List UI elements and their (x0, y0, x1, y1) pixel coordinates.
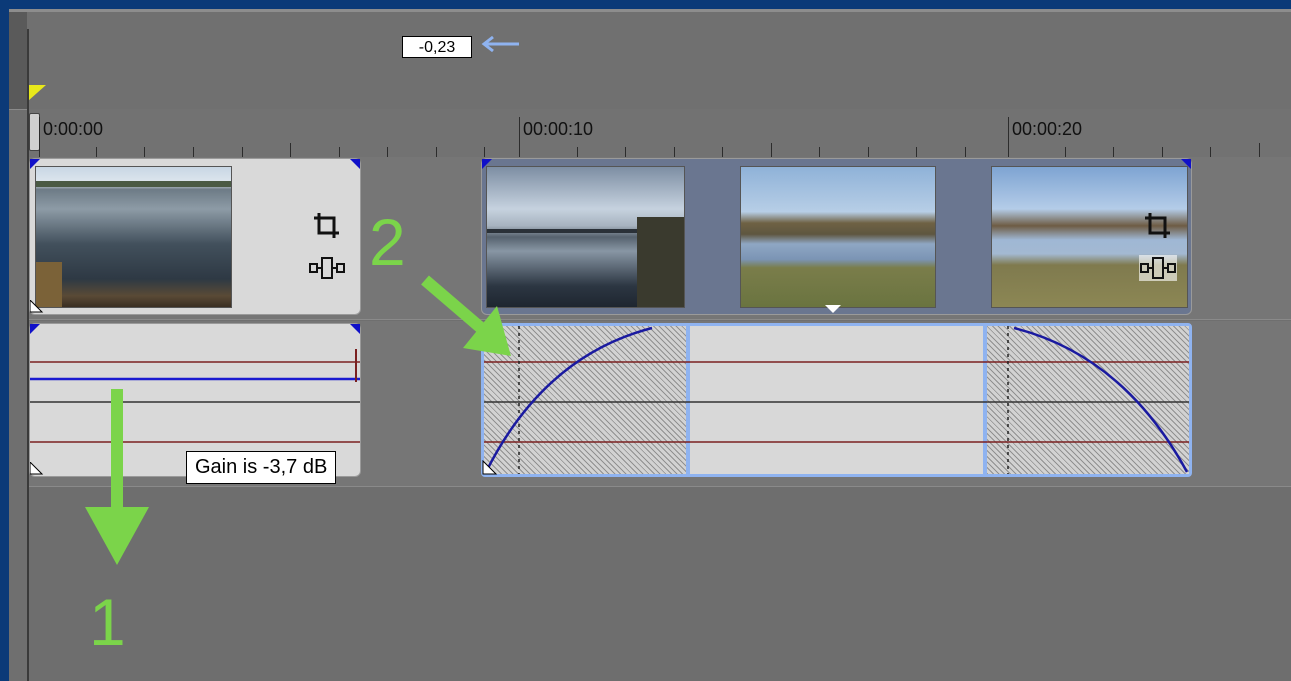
video-clip-1[interactable] (29, 158, 361, 315)
pan-crop-icon[interactable] (308, 255, 346, 281)
offset-readout: -0,23 (402, 36, 472, 58)
annotation-label-2: 2 (369, 205, 406, 279)
fade-handle-icon[interactable] (30, 300, 44, 314)
tick-minor (1162, 147, 1163, 157)
video-track[interactable] (29, 157, 1291, 320)
tick-minor (1065, 147, 1066, 157)
fade-handle-icon[interactable] (30, 462, 44, 476)
tick-minor (625, 147, 626, 157)
down-arrow-icon (85, 389, 149, 565)
tick-minor (1113, 147, 1114, 157)
tick-minor (436, 147, 437, 157)
header-left-panel (9, 12, 27, 109)
tick-major (519, 117, 520, 157)
tick-minor (290, 143, 291, 157)
tick-minor (193, 147, 194, 157)
diagonal-arrow-icon (421, 275, 511, 356)
shoreline (36, 181, 231, 187)
tick-major (1008, 117, 1009, 157)
tick-minor (242, 147, 243, 157)
pan-crop-icon[interactable] (1139, 255, 1177, 281)
audio-envelope (484, 326, 1189, 474)
tick-minor (965, 147, 966, 157)
timeline-window: -0,23 0:00:00 00:00:10 00:00:20 Gain is … (9, 9, 1291, 681)
tick-minor (144, 147, 145, 157)
crop-icon[interactable] (312, 211, 342, 241)
tick-minor (819, 147, 820, 157)
gain-tooltip: Gain is -3,7 dB (186, 451, 337, 484)
tick-minor (722, 147, 723, 157)
ruler-label-0: 0:00:00 (43, 119, 104, 139)
tick-major (39, 117, 40, 157)
video-thumbnail (35, 166, 232, 308)
clip-marker-icon (825, 305, 841, 313)
tick-minor (868, 147, 869, 157)
ruler-label-2: 00:00:20 (1012, 119, 1083, 139)
crop-icon[interactable] (1143, 211, 1173, 241)
tick-minor (916, 147, 917, 157)
tick-minor (577, 147, 578, 157)
ruler-label-1: 00:00:10 (523, 119, 594, 139)
marker-bar: -0,23 (9, 12, 1291, 110)
fade-handle-icon[interactable] (482, 460, 498, 476)
tick-minor (339, 147, 340, 157)
video-clip-2[interactable] (481, 158, 1192, 315)
clip-corner-marker (350, 159, 360, 169)
tick-minor (771, 143, 772, 157)
empty-track-area (29, 487, 1291, 681)
tick-minor (387, 147, 388, 157)
annotation-label-1: 1 (89, 585, 126, 659)
tree (637, 217, 684, 307)
tick-minor (484, 147, 485, 157)
tick-minor (1259, 143, 1260, 157)
cursor-marker-icon[interactable] (28, 85, 50, 103)
audio-clip-2[interactable] (481, 323, 1192, 477)
video-thumbnail (740, 166, 936, 308)
left-arrow-icon (481, 35, 519, 53)
tick-minor (1210, 147, 1211, 157)
tick-minor (674, 147, 675, 157)
time-ruler[interactable]: 0:00:00 00:00:10 00:00:20 (29, 109, 1291, 158)
tick-minor (96, 147, 97, 157)
